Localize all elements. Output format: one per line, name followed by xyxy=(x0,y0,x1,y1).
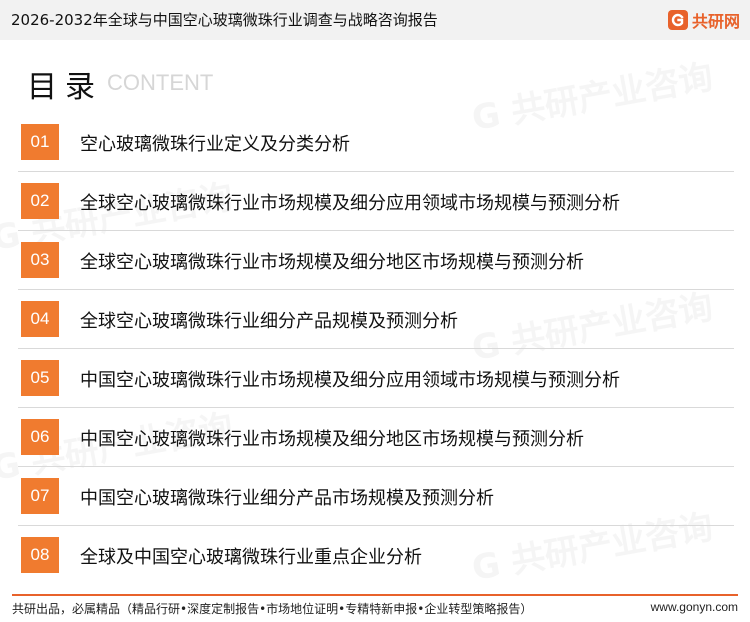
brand-logo: 共研网 xyxy=(667,8,740,32)
toc-item-label: 中国空心玻璃微珠行业市场规模及细分地区市场规模与预测分析 xyxy=(80,429,584,450)
toc-item-label: 全球空心玻璃微珠行业细分产品规模及预测分析 xyxy=(80,311,458,332)
toc-item[interactable]: 02 全球空心玻璃微珠行业市场规模及细分应用领域市场规模与预测分析 xyxy=(18,172,734,231)
footer-slogan: 共研出品，必属精品（精品行研•深度定制报告•市场地位证明•专精特新申报•企业转型… xyxy=(12,602,533,616)
toc-number-badge: 01 xyxy=(21,124,59,160)
toc-item[interactable]: 07 中国空心玻璃微珠行业细分产品市场规模及预测分析 xyxy=(18,467,734,526)
toc-item-label: 全球空心玻璃微珠行业市场规模及细分地区市场规模与预测分析 xyxy=(80,252,584,273)
footer-website-link[interactable]: www.gonyn.com xyxy=(651,600,738,614)
toc-item[interactable]: 04 全球空心玻璃微珠行业细分产品规模及预测分析 xyxy=(18,290,734,349)
toc-item-label: 中国空心玻璃微珠行业市场规模及细分应用领域市场规模与预测分析 xyxy=(80,370,620,391)
toc-heading-sub: CONTENT xyxy=(107,70,214,95)
toc-item[interactable]: 03 全球空心玻璃微珠行业市场规模及细分地区市场规模与预测分析 xyxy=(18,231,734,290)
toc-item-label: 全球空心玻璃微珠行业市场规模及细分应用领域市场规模与预测分析 xyxy=(80,193,620,214)
toc-number-badge: 08 xyxy=(21,537,59,573)
toc-number-badge: 02 xyxy=(21,183,59,219)
toc-number-badge: 07 xyxy=(21,478,59,514)
toc-heading: 目录 xyxy=(27,70,103,105)
header-bar: 2026-2032年全球与中国空心玻璃微珠行业调查与战略咨询报告 共研网 xyxy=(0,0,750,40)
toc-item-label: 中国空心玻璃微珠行业细分产品市场规模及预测分析 xyxy=(80,488,494,509)
toc-number-badge: 06 xyxy=(21,419,59,455)
toc-number-badge: 05 xyxy=(21,360,59,396)
toc-list: 01 空心玻璃微珠行业定义及分类分析 02 全球空心玻璃微珠行业市场规模及细分应… xyxy=(18,113,734,584)
toc-item[interactable]: 05 中国空心玻璃微珠行业市场规模及细分应用领域市场规模与预测分析 xyxy=(18,349,734,408)
toc-item-label: 空心玻璃微珠行业定义及分类分析 xyxy=(80,134,350,155)
toc-item[interactable]: 01 空心玻璃微珠行业定义及分类分析 xyxy=(18,113,734,172)
report-title: 2026-2032年全球与中国空心玻璃微珠行业调查与战略咨询报告 xyxy=(11,11,438,29)
logo-text: 共研网 xyxy=(691,12,740,31)
toc-item[interactable]: 06 中国空心玻璃微珠行业市场规模及细分地区市场规模与预测分析 xyxy=(18,408,734,467)
toc-number-badge: 04 xyxy=(21,301,59,337)
logo-g-icon xyxy=(667,10,688,30)
footer-divider xyxy=(12,594,738,596)
toc-item[interactable]: 08 全球及中国空心玻璃微珠行业重点企业分析 xyxy=(18,526,734,584)
toc-item-label: 全球及中国空心玻璃微珠行业重点企业分析 xyxy=(80,547,422,568)
toc-number-badge: 03 xyxy=(21,242,59,278)
